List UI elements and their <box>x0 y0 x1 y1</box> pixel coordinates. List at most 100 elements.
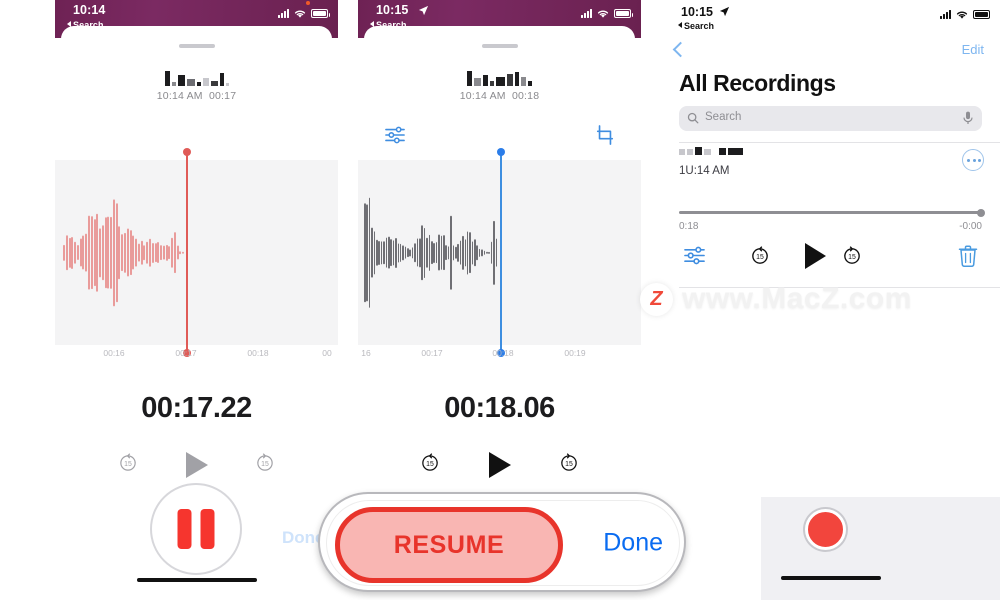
recording-date: 10:14 AM <box>459 90 506 102</box>
svg-text:15: 15 <box>426 461 434 468</box>
axis-tick: 16 <box>361 348 371 358</box>
waveform-plot[interactable] <box>55 148 338 357</box>
scrubber-knob[interactable] <box>977 208 985 217</box>
battery-icon <box>614 9 633 18</box>
record-bar <box>761 497 1000 600</box>
skip-back-15-button[interactable]: 15 <box>419 452 441 479</box>
playback-controls: 15 15 <box>661 243 1000 275</box>
svg-text:15: 15 <box>124 461 132 468</box>
edit-tools-row <box>358 125 641 149</box>
axis-tick: 00:16 <box>103 348 125 358</box>
waveform-bars <box>55 160 338 345</box>
svg-text:15: 15 <box>565 461 573 468</box>
resume-label: RESUME <box>393 530 505 559</box>
axis-tick: 00:17 <box>175 348 197 358</box>
search-placeholder: Search <box>705 111 742 123</box>
sheet-rounded-top <box>364 26 635 52</box>
watermark: Z www.MacZ.com <box>640 282 912 316</box>
nav-row: Edit <box>661 41 1000 68</box>
signal-bars-icon <box>940 10 951 19</box>
crop-trim-button[interactable] <box>595 125 615 150</box>
home-indicator <box>781 576 881 580</box>
record-button[interactable] <box>805 509 846 550</box>
location-arrow-icon <box>418 5 429 16</box>
axis-tick: 00:18 <box>247 348 269 358</box>
battery-icon <box>973 10 992 19</box>
recording-timestamp: 1U:14 AM <box>679 165 730 177</box>
skip-forward-15-button[interactable]: 15 <box>558 452 580 479</box>
edit-button[interactable]: Edit <box>962 42 984 57</box>
resume-overlay-inner: RESUME Done <box>326 500 680 586</box>
signal-bars-icon <box>278 9 289 18</box>
audio-sliders-icon <box>385 126 405 144</box>
playhead[interactable] <box>183 148 191 357</box>
svg-text:15: 15 <box>756 254 764 261</box>
status-icons <box>278 8 330 19</box>
wifi-icon <box>294 10 306 18</box>
recording-duration: 00:17 <box>208 90 237 102</box>
search-icon <box>687 112 699 124</box>
sheet-grabber[interactable] <box>481 44 518 48</box>
resume-button[interactable]: RESUME <box>335 507 563 583</box>
skip-back-15-button[interactable]: 15 <box>749 245 771 272</box>
phone-panel-recording-paused: 10:14 Search 10:14 AM 00:17 00:16 00:17 … <box>55 0 338 600</box>
search-input[interactable]: Search <box>679 106 982 131</box>
list-divider <box>679 142 1000 143</box>
location-arrow-icon <box>719 6 730 17</box>
elapsed-time: 0:18 <box>679 221 699 232</box>
transport-controls: 15 15 <box>358 452 641 486</box>
recording-meta: 10:14 AM 00:18 <box>358 90 641 102</box>
audio-sliders-button[interactable] <box>683 245 706 271</box>
waveform-plot[interactable] <box>358 148 641 357</box>
status-bar: 10:14 Search <box>55 0 338 52</box>
big-timecode: 00:17.22 <box>141 392 252 424</box>
trash-button[interactable] <box>958 245 978 272</box>
pixelated-title <box>358 70 641 86</box>
recording-indicator-dot <box>306 1 310 5</box>
audio-sliders-button[interactable] <box>384 125 406 150</box>
pause-icon <box>177 509 215 549</box>
play-button[interactable] <box>186 452 208 478</box>
signal-bars-icon <box>581 9 592 18</box>
watermark-badge: Z <box>640 282 673 316</box>
microphone-icon <box>963 111 973 124</box>
status-bar: 10:15 Search <box>358 0 641 52</box>
trash-icon <box>958 245 978 268</box>
ellipsis-circle-icon[interactable] <box>962 149 984 171</box>
done-button[interactable]: Done <box>603 529 663 558</box>
battery-icon <box>311 9 330 18</box>
remaining-time: -0:00 <box>959 221 982 232</box>
playback-scrubber[interactable] <box>679 208 985 217</box>
page-title: All Recordings <box>679 70 836 96</box>
pause-record-button[interactable] <box>150 483 242 575</box>
screenshot-root: 10:14 Search 10:14 AM 00:17 00:16 00:17 … <box>0 0 1000 600</box>
axis-tick: 00 <box>322 348 332 358</box>
status-time: 10:15 <box>376 3 409 17</box>
wifi-icon <box>956 11 968 19</box>
play-button[interactable] <box>805 243 826 269</box>
wifi-icon <box>597 10 609 18</box>
status-time: 10:15 <box>681 5 713 19</box>
time-axis: 16 00:17 00:18 00:19 <box>358 348 641 366</box>
sheet-grabber[interactable] <box>178 44 215 48</box>
skip-back-15-button[interactable]: 15 <box>117 452 139 479</box>
svg-text:15: 15 <box>261 461 269 468</box>
axis-tick: 00:19 <box>564 348 586 358</box>
skip-forward-15-button[interactable]: 15 <box>841 245 863 272</box>
sheet-rounded-top <box>61 26 332 52</box>
pixelated-title <box>55 70 338 86</box>
transport-controls: 15 15 <box>55 452 338 486</box>
chevron-left-icon[interactable] <box>672 41 689 58</box>
watermark-text: www.MacZ.com <box>682 282 912 315</box>
audio-sliders-icon <box>684 246 705 265</box>
home-indicator <box>136 578 257 582</box>
playhead[interactable] <box>497 148 505 357</box>
recording-meta: 10:14 AM 00:17 <box>55 90 338 102</box>
play-button[interactable] <box>489 452 511 478</box>
recording-title-block: 10:14 AM 00:17 <box>55 70 338 102</box>
recording-date: 10:14 AM <box>156 90 203 102</box>
status-bar-light: 10:15 Search <box>661 0 1000 40</box>
skip-forward-15-button[interactable]: 15 <box>254 452 276 479</box>
recording-duration: 00:18 <box>511 90 540 102</box>
status-back-to-search[interactable]: Search <box>678 21 714 31</box>
